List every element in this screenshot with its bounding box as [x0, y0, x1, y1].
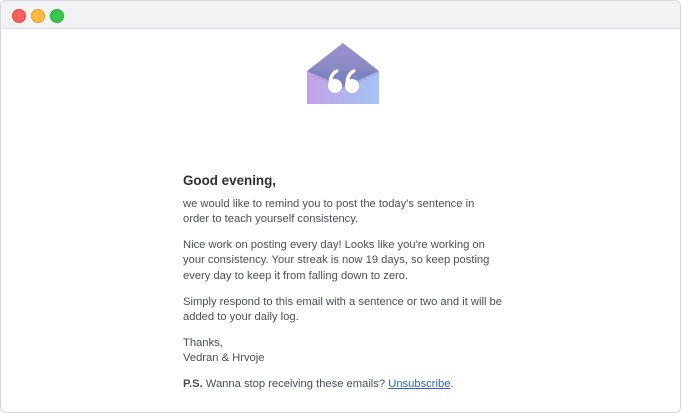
email-paragraph-reminder: we would like to remind you to post the …	[183, 197, 475, 226]
email-postscript: P.S. Wanna stop receiving these emails? …	[183, 377, 503, 393]
unsubscribe-link[interactable]: Unsubscribe	[388, 378, 450, 390]
email-signoff: Thanks,	[183, 336, 223, 349]
envelope-quote-icon	[307, 43, 379, 104]
window-titlebar	[1, 1, 680, 29]
email-greeting: Good evening,	[183, 173, 276, 188]
email-body: Good evening, we would like to remind yo…	[183, 173, 503, 403]
maximize-window-button[interactable]	[50, 9, 64, 23]
browser-window: Good evening, we would like to remind yo…	[0, 0, 681, 413]
email-signature-block: Thanks, Vedran & Hrvoje	[183, 336, 503, 367]
ps-text: Wanna stop receiving these emails?	[202, 377, 389, 390]
email-signature: Vedran & Hrvoje	[183, 352, 265, 365]
ps-suffix: .	[450, 377, 454, 390]
email-paragraph-streak: Nice work on posting every day! Looks li…	[183, 238, 490, 282]
email-content: Good evening, we would like to remind yo…	[1, 29, 680, 412]
minimize-window-button[interactable]	[31, 9, 45, 23]
ps-label: P.S.	[183, 377, 203, 390]
email-paragraph-instructions: Simply respond to this email with a sent…	[183, 295, 502, 324]
close-window-button[interactable]	[12, 9, 26, 23]
